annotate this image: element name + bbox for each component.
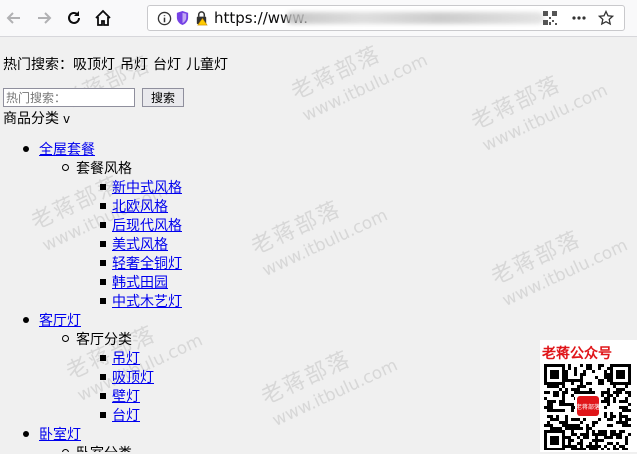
category-link[interactable]: 全屋套餐 [39,139,95,159]
info-icon[interactable] [156,10,172,26]
qr-icon[interactable] [542,10,558,26]
watermark: 老蒋部落 www.itbulu.com [287,41,431,126]
hot-search-word: 吊灯 [120,57,148,73]
square-bullet-icon [100,298,106,304]
circle-bullet-icon [62,335,69,342]
category-header[interactable]: 商品分类 v [3,108,70,128]
hot-search-word: 吸顶灯 [73,57,115,73]
category-link[interactable]: 卧室灯 [39,424,81,444]
search-input[interactable] [3,88,135,107]
bullet-icon [23,431,29,437]
qr-card: 老蒋公众号 老蒋部落 [540,340,637,452]
square-bullet-icon [100,355,106,361]
qr-code-image: 老蒋部落 [544,364,632,454]
square-bullet-icon [100,222,106,228]
hot-search-label: 热门搜索： [3,57,73,73]
square-bullet-icon [100,203,106,209]
square-bullet-icon [100,241,106,247]
category-item-link[interactable]: 后现代风格 [112,215,182,235]
category-item-link[interactable]: 新中式风格 [112,177,182,197]
watermark: 老蒋部落 www.itbulu.com [467,71,611,156]
chevron-down-icon: v [63,112,71,126]
watermark: 老蒋部落 www.itbulu.com [487,226,631,311]
url-redacted [286,12,544,24]
watermark: 老蒋部落 www.itbulu.com [257,346,401,431]
hot-search-word: 台灯 [153,57,181,73]
category-item-link[interactable]: 壁灯 [112,386,140,406]
category-item-link[interactable]: 吸顶灯 [112,367,154,387]
home-icon[interactable] [92,7,114,29]
qr-card-title: 老蒋公众号 [542,346,612,362]
subcategory-label: 卧室分类 [76,443,132,452]
url-bar[interactable]: https://www. [147,5,625,31]
search-button[interactable]: 搜索 [142,88,184,107]
forward-icon[interactable] [33,7,55,29]
category-title: 商品分类 [3,111,59,127]
shield-icon[interactable] [174,10,190,26]
hot-search-word: 儿童灯 [186,57,228,73]
bookmark-star-icon[interactable] [598,10,614,26]
hot-search: 热门搜索：吸顶灯 吊灯 台灯 儿童灯 [3,54,233,74]
bullet-icon [23,146,29,152]
insecure-lock-icon[interactable] [193,10,209,26]
category-item-link[interactable]: 轻奢全铜灯 [112,253,182,273]
square-bullet-icon [100,260,106,266]
square-bullet-icon [100,374,106,380]
more-icon[interactable] [571,10,587,26]
qr-center-label: 老蒋部落 [576,403,600,411]
square-bullet-icon [100,393,106,399]
category-item-link[interactable]: 吊灯 [112,348,140,368]
category-item-link[interactable]: 韩式田园 [112,272,168,292]
category-item-link[interactable]: 台灯 [112,405,140,425]
circle-bullet-icon [62,164,69,171]
square-bullet-icon [100,279,106,285]
category-item-link[interactable]: 北欧风格 [112,196,168,216]
subcategory-label: 客厅分类 [76,332,132,348]
subcategory-label: 套餐风格 [76,161,132,177]
back-icon[interactable] [3,7,25,29]
square-bullet-icon [100,184,106,190]
reload-icon[interactable] [63,7,85,29]
square-bullet-icon [100,412,106,418]
browser-toolbar: https://www. [0,0,637,37]
category-item-link[interactable]: 美式风格 [112,234,168,254]
category-link[interactable]: 客厅灯 [39,310,81,330]
category-item-link[interactable]: 中式木艺灯 [112,291,182,311]
bullet-icon [23,317,29,323]
watermark: 老蒋部落 www.itbulu.com [247,196,391,281]
